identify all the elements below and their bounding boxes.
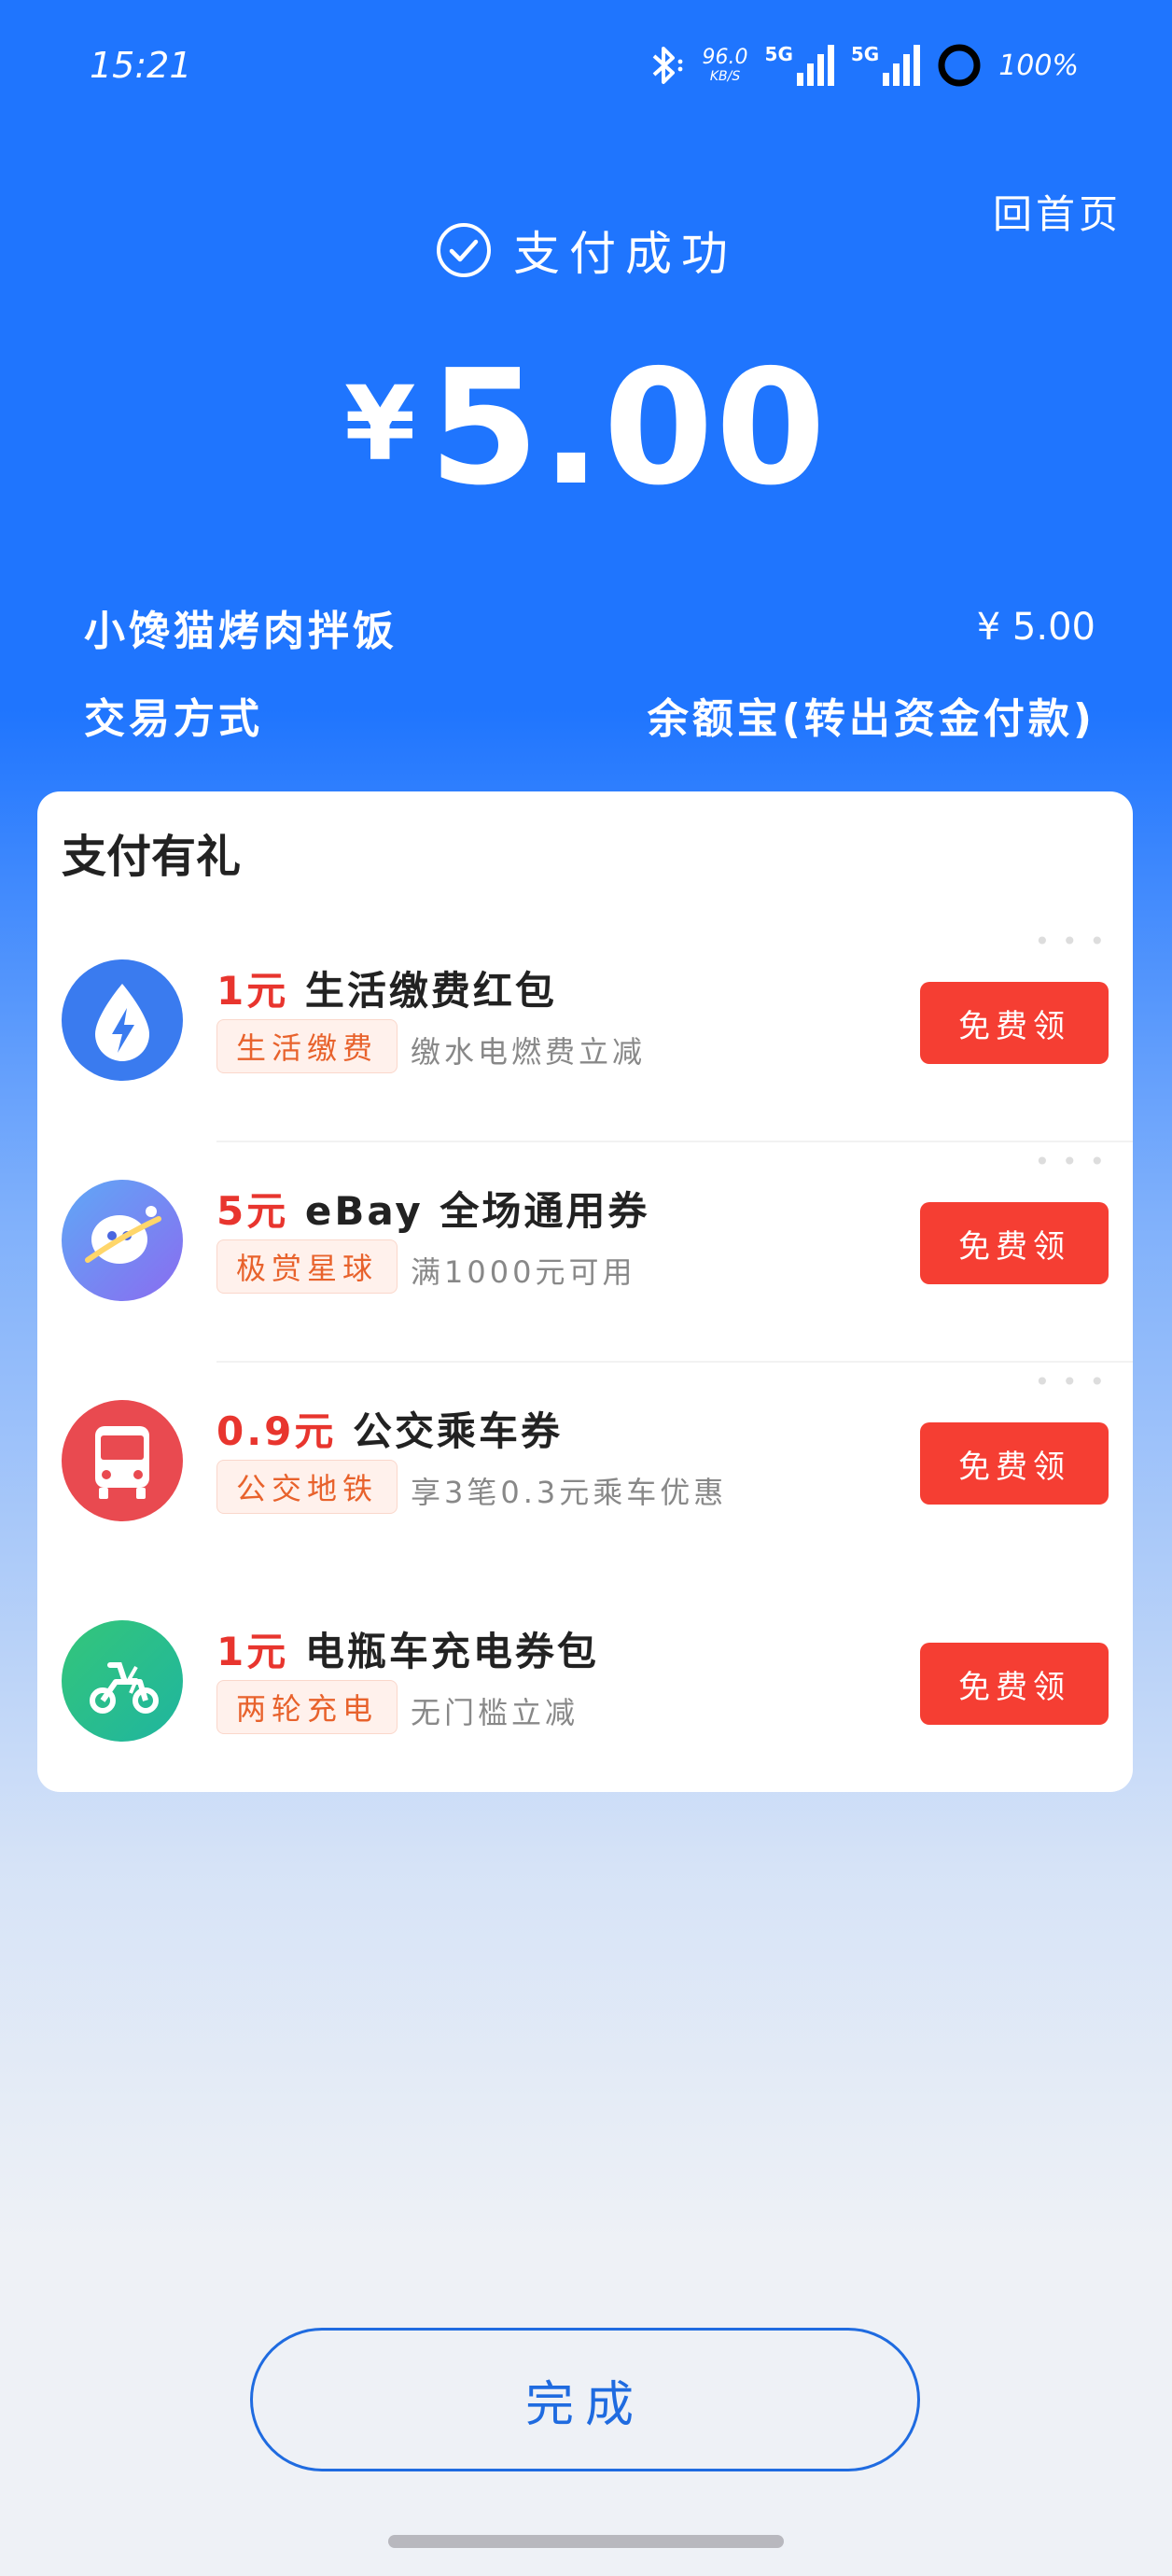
rewards-card: 支付有礼 • • • 1元 生活缴费红包 生活缴费 缴水电燃费立减 免费领 • … bbox=[37, 791, 1133, 1792]
payment-status: 支付成功 bbox=[0, 217, 1172, 284]
home-indicator[interactable] bbox=[388, 2535, 784, 2548]
bluetooth-icon bbox=[652, 47, 682, 84]
reward-name: 电瓶车充电券包 bbox=[304, 1629, 599, 1674]
signal-5g-1: 5G bbox=[765, 45, 834, 86]
reward-item: • • • 1元 生活缴费红包 生活缴费 缴水电燃费立减 免费领 bbox=[37, 922, 1133, 1142]
reward-name: 生活缴费红包 bbox=[304, 968, 557, 1014]
status-bar: 15:21 96.0 KB/S 5G 5G 100% bbox=[0, 0, 1172, 131]
signal-bars-icon bbox=[883, 45, 921, 86]
reward-desc: 缴水电燃费立减 bbox=[411, 1034, 647, 1070]
battery-percent: 100% bbox=[998, 49, 1079, 82]
reward-item: • • • 5元 eBay 全场通用券 极赏星球 满1000元可用 免费领 bbox=[37, 1142, 1133, 1363]
claim-free-button[interactable]: 免费领 bbox=[920, 982, 1109, 1064]
claim-free-button[interactable]: 免费领 bbox=[920, 1643, 1109, 1725]
status-time: 15:21 bbox=[90, 45, 192, 86]
reward-title: 5元 eBay 全场通用券 bbox=[216, 1180, 649, 1237]
payment-success-text: 支付成功 bbox=[513, 227, 737, 281]
lightning-drop-icon bbox=[62, 959, 183, 1081]
paid-amount: ¥5.00 bbox=[0, 336, 1172, 521]
reward-price: 0.9元 bbox=[216, 1408, 337, 1454]
more-options-icon[interactable]: • • • bbox=[1035, 926, 1107, 957]
reward-name: eBay 全场通用券 bbox=[304, 1188, 650, 1234]
reward-tag: 两轮充电 bbox=[216, 1680, 398, 1734]
network-speed: 96.0 KB/S bbox=[702, 46, 748, 84]
signal-5g-2: 5G bbox=[851, 45, 921, 86]
payment-method-label: 交易方式 bbox=[84, 695, 263, 743]
status-icons: 96.0 KB/S 5G 5G 100% bbox=[645, 39, 1079, 91]
reward-item: 1元 电瓶车充电券包 两轮充电 无门槛立减 免费领 bbox=[37, 1583, 1133, 1803]
e-scooter-icon bbox=[62, 1620, 183, 1742]
rewards-title: 支付有礼 bbox=[62, 831, 242, 883]
reward-tag: 生活缴费 bbox=[216, 1019, 398, 1073]
payment-method-value: 余额宝(转出资金付款) bbox=[647, 695, 1095, 743]
merchant-amount: ¥ 5.00 bbox=[976, 606, 1095, 649]
more-options-icon[interactable]: • • • bbox=[1035, 1146, 1107, 1177]
merchant-row: 小馋猫烤肉拌饭 ¥ 5.00 bbox=[84, 597, 1095, 657]
merchant-name: 小馋猫烤肉拌饭 bbox=[84, 608, 398, 655]
reward-desc: 享3笔0.3元乘车优惠 bbox=[411, 1475, 728, 1510]
reward-price: 1元 bbox=[216, 968, 289, 1014]
battery-ring-icon bbox=[938, 44, 981, 87]
reward-tag: 公交地铁 bbox=[216, 1460, 398, 1514]
amount-currency: ¥ bbox=[344, 364, 416, 483]
reward-desc: 满1000元可用 bbox=[411, 1254, 636, 1290]
reward-title: 1元 生活缴费红包 bbox=[216, 959, 557, 1016]
done-button[interactable]: 完成 bbox=[250, 2328, 920, 2471]
claim-free-button[interactable]: 免费领 bbox=[920, 1202, 1109, 1284]
reward-title: 1元 电瓶车充电券包 bbox=[216, 1620, 599, 1677]
bus-icon bbox=[62, 1400, 183, 1521]
reward-price: 5元 bbox=[216, 1188, 289, 1234]
reward-title: 0.9元 公交乘车券 bbox=[216, 1400, 563, 1457]
signal-bars-icon bbox=[796, 45, 834, 86]
amount-value: 5.00 bbox=[428, 336, 828, 521]
reward-desc: 无门槛立减 bbox=[411, 1695, 579, 1730]
check-circle-icon bbox=[437, 223, 491, 277]
reward-name: 公交乘车券 bbox=[353, 1408, 564, 1454]
planet-mascot-icon bbox=[62, 1180, 183, 1301]
reward-tag: 极赏星球 bbox=[216, 1239, 398, 1294]
reward-item: • • • 0.9元 公交乘车券 公交地铁 享3笔0.3元乘车优惠 免费领 bbox=[37, 1363, 1133, 1583]
payment-method-row: 交易方式 余额宝(转出资金付款) bbox=[84, 685, 1095, 745]
more-options-icon[interactable]: • • • bbox=[1035, 1366, 1107, 1397]
claim-free-button[interactable]: 免费领 bbox=[920, 1422, 1109, 1505]
reward-price: 1元 bbox=[216, 1629, 289, 1674]
